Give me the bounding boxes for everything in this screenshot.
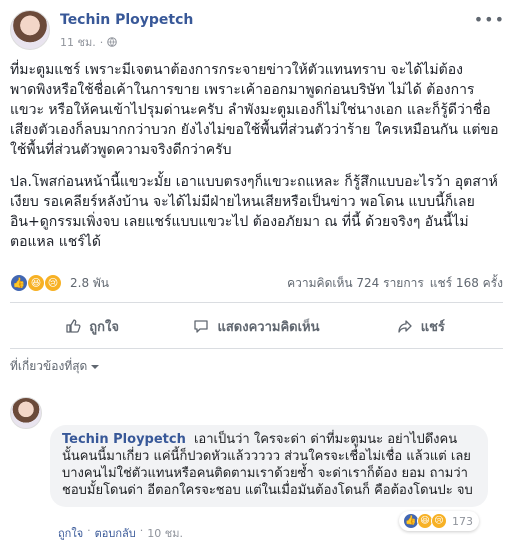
- more-options-icon[interactable]: •••: [474, 10, 505, 29]
- sad-reaction-icon: 😢: [44, 274, 62, 292]
- post-stats: 👍 😆 😢 2.8 พัน ความคิดเห็น 724 รายการ แชร…: [10, 271, 503, 295]
- comment-reply-link[interactable]: ตอบกลับ: [95, 524, 136, 542]
- sad-reaction-icon: 😢: [431, 513, 447, 529]
- comment-time[interactable]: 10 ชม.: [147, 524, 183, 542]
- comment-filter-label: ที่เกี่ยวข้องที่สุด: [10, 359, 88, 373]
- like-label: ถูกใจ: [89, 319, 120, 335]
- comment-reactions[interactable]: 👍 😆 😢 173: [399, 511, 479, 531]
- comment-filter-dropdown[interactable]: ที่เกี่ยวข้องที่สุด: [10, 357, 100, 376]
- comment-like-link[interactable]: ถูกใจ: [58, 524, 83, 542]
- comment-icon: [194, 320, 209, 333]
- facebook-post: Techin Ploypetch 11 ชม. · ••• ที่มะตูมแช…: [0, 0, 513, 542]
- globe-icon: [107, 37, 118, 47]
- comment-label: แสดงความคิดเห็น: [217, 319, 320, 335]
- shares-count[interactable]: แชร์ 168 ครั้ง: [430, 274, 503, 293]
- reactions-summary[interactable]: 👍 😆 😢 2.8 พัน: [10, 274, 109, 293]
- post-paragraph: ปล.โพสก่อนหน้านี้แขวะมั้ย เอาแบบตรงๆก็แข…: [10, 174, 498, 250]
- comment-avatar[interactable]: [10, 397, 42, 429]
- comments-count[interactable]: ความคิดเห็น 724 รายการ: [287, 274, 424, 293]
- comment-bubble: Techin Ploypetch เอาเป็นว่า ใครจะด่า ด่า…: [50, 425, 488, 507]
- action-bar: ถูกใจ แสดงความคิดเห็น แชร์: [10, 310, 503, 342]
- post-paragraph: ที่มะตูมแชร์ เพราะมีเจตนาต้องการกระจายข่…: [10, 62, 499, 158]
- post-body: ที่มะตูมแชร์ เพราะมีเจตนาต้องการกระจายข่…: [10, 60, 505, 264]
- avatar[interactable]: [10, 10, 50, 50]
- comment-author[interactable]: Techin Ploypetch: [62, 432, 186, 447]
- share-label: แชร์: [420, 319, 445, 335]
- post-time[interactable]: 11 ชม.: [60, 33, 96, 51]
- author-name[interactable]: Techin Ploypetch: [60, 12, 193, 28]
- reactions-count: 2.8 พัน: [70, 275, 110, 290]
- divider: [10, 348, 503, 349]
- comment-button[interactable]: แสดงความคิดเห็น: [174, 310, 338, 342]
- like-reaction-icon: 👍: [10, 274, 28, 292]
- divider: [10, 302, 503, 303]
- share-button[interactable]: แชร์: [339, 310, 503, 342]
- share-icon: [398, 320, 412, 333]
- like-button[interactable]: ถูกใจ: [10, 310, 174, 342]
- thumbs-up-icon: [66, 319, 81, 333]
- comment-actions: ถูกใจ · ตอบกลับ · 10 ชม.: [58, 524, 183, 542]
- post-header: Techin Ploypetch 11 ชม. · •••: [10, 10, 505, 54]
- chevron-down-icon: [91, 364, 100, 369]
- post-meta: 11 ชม. ·: [60, 33, 118, 51]
- haha-reaction-icon: 😆: [27, 274, 45, 292]
- stats-right: ความคิดเห็น 724 รายการ แชร์ 168 ครั้ง: [287, 274, 503, 293]
- comment-reactions-count: 173: [452, 514, 473, 528]
